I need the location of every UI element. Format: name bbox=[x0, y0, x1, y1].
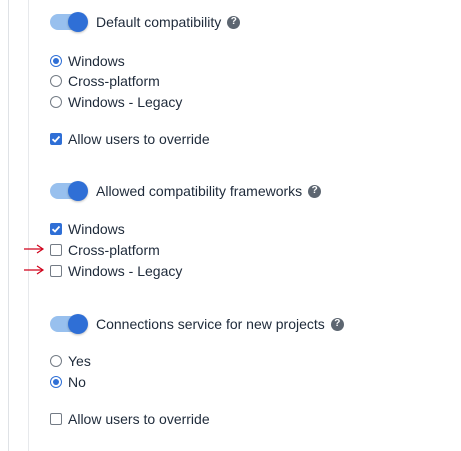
allow-override-checkbox-2[interactable]: Allow users to override bbox=[50, 410, 210, 428]
allowed-frameworks-header: Allowed compatibility frameworks ? bbox=[50, 181, 322, 201]
default-compatibility-header: Default compatibility ? bbox=[50, 12, 241, 32]
checkbox-windows-legacy[interactable]: Windows - Legacy bbox=[50, 262, 182, 280]
option-label: Allow users to override bbox=[68, 411, 210, 427]
allow-override-checkbox-1[interactable]: Allow users to override bbox=[50, 130, 210, 148]
connections-service-header: Connections service for new projects ? bbox=[50, 314, 344, 334]
inner-divider bbox=[28, 0, 29, 451]
default-compatibility-title: Default compatibility bbox=[96, 14, 222, 30]
radio-yes[interactable]: Yes bbox=[50, 352, 91, 370]
checkmark-icon bbox=[51, 135, 61, 143]
help-icon[interactable]: ? bbox=[227, 15, 241, 29]
checkbox-cross-platform[interactable]: Cross-platform bbox=[50, 241, 160, 259]
radio-cross-platform[interactable]: Cross-platform bbox=[50, 72, 160, 90]
checkmark-icon bbox=[51, 225, 61, 233]
radio-no[interactable]: No bbox=[50, 373, 86, 391]
connections-service-toggle[interactable] bbox=[50, 314, 88, 334]
option-label: Windows bbox=[68, 221, 125, 237]
radio-windows-legacy[interactable]: Windows - Legacy bbox=[50, 93, 182, 111]
left-divider bbox=[8, 0, 9, 451]
option-label: Allow users to override bbox=[68, 131, 210, 147]
option-label: No bbox=[68, 374, 86, 390]
radio-button[interactable] bbox=[50, 96, 62, 108]
option-label: Yes bbox=[68, 353, 91, 369]
radio-button[interactable] bbox=[50, 355, 62, 367]
option-label: Windows bbox=[68, 53, 125, 69]
checkbox[interactable] bbox=[50, 265, 62, 277]
radio-button[interactable] bbox=[50, 55, 62, 67]
allowed-frameworks-toggle[interactable] bbox=[50, 181, 88, 201]
option-label: Windows - Legacy bbox=[68, 263, 183, 279]
checkbox[interactable] bbox=[50, 244, 62, 256]
help-icon[interactable]: ? bbox=[330, 317, 344, 331]
option-label: Cross-platform bbox=[68, 242, 160, 258]
option-label: Cross-platform bbox=[68, 73, 160, 89]
default-compatibility-toggle[interactable] bbox=[50, 12, 88, 32]
help-icon[interactable]: ? bbox=[308, 184, 322, 198]
red-arrow-right-icon bbox=[24, 244, 45, 254]
radio-windows[interactable]: Windows bbox=[50, 52, 125, 70]
checkbox[interactable] bbox=[50, 133, 62, 145]
checkbox[interactable] bbox=[50, 413, 62, 425]
checkbox-windows[interactable]: Windows bbox=[50, 220, 125, 238]
option-label: Windows - Legacy bbox=[68, 94, 183, 110]
allowed-frameworks-title: Allowed compatibility frameworks bbox=[96, 183, 303, 199]
connections-service-title: Connections service for new projects bbox=[96, 316, 325, 332]
red-arrow-right-icon bbox=[24, 265, 45, 275]
checkbox[interactable] bbox=[50, 223, 62, 235]
radio-button[interactable] bbox=[50, 75, 62, 87]
radio-button[interactable] bbox=[50, 376, 62, 388]
